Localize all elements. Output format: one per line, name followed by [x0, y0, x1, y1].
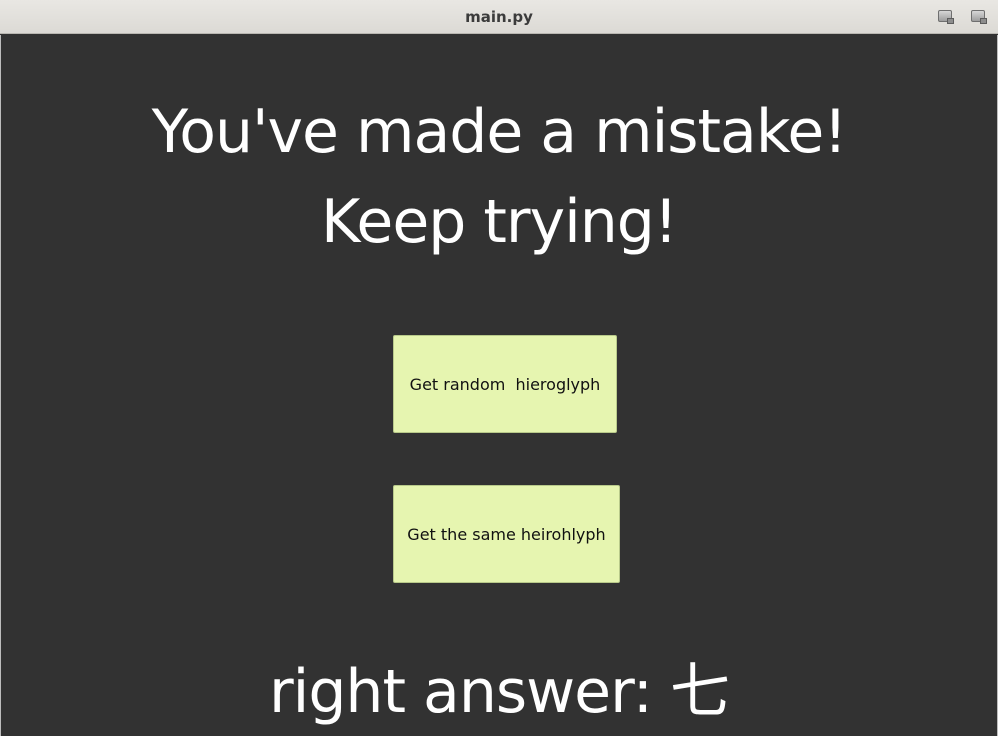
get-same-hieroglyph-button[interactable]: Get the same heirohlyph: [393, 485, 620, 583]
maximize-icon[interactable]: [971, 10, 987, 24]
right-answer-label: right answer: 七: [269, 657, 730, 727]
title-bar[interactable]: main.py: [0, 0, 998, 34]
keep-trying-message: Keep trying!: [321, 187, 678, 257]
minimize-icon[interactable]: [938, 10, 954, 24]
main-content: You've made a mistake! Keep trying! Get …: [0, 35, 998, 736]
window-title: main.py: [465, 8, 533, 26]
get-random-hieroglyph-button[interactable]: Get random hieroglyph: [393, 335, 617, 433]
app-window: main.py You've made a mistake! Keep tryi…: [0, 0, 998, 736]
mistake-message: You've made a mistake!: [151, 97, 848, 167]
